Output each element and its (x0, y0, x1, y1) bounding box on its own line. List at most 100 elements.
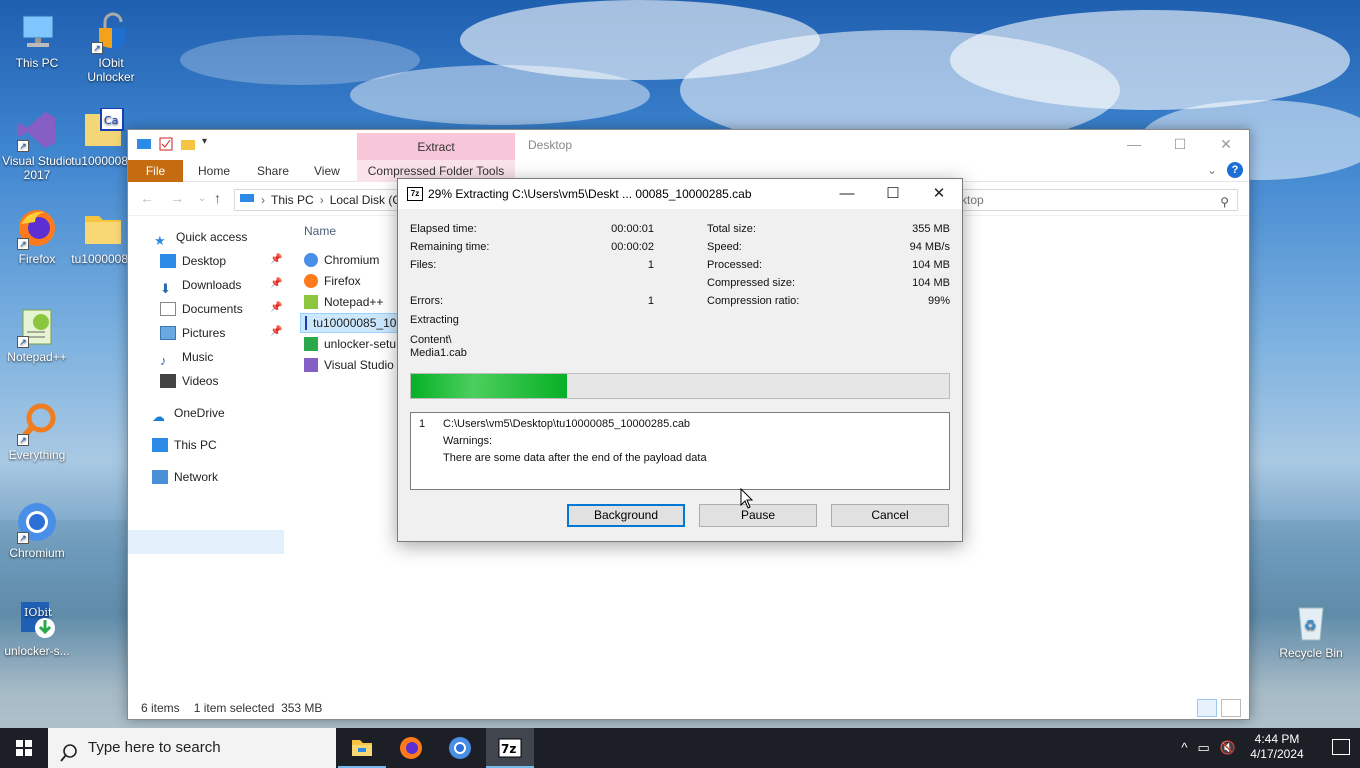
show-hidden-icons-icon[interactable]: ^ (1181, 740, 1187, 756)
explorer-titlebar[interactable]: ▾ Extract Desktop — ☐ ✕ (128, 130, 1249, 161)
desktop-icon-recycle-bin[interactable]: ♻ Recycle Bin (1274, 600, 1348, 660)
breadcrumb-this-pc[interactable]: This PC (271, 193, 314, 207)
remaining-time-value: 00:00:02 (611, 241, 654, 253)
large-icons-view-button[interactable] (1221, 699, 1241, 717)
recycle-bin-icon: ♻ (1289, 600, 1333, 644)
clock[interactable]: 4:44 PM 4/17/2024 (1242, 732, 1312, 762)
file-item-notepadpp[interactable]: Notepad++ (304, 292, 383, 312)
nav-videos[interactable]: Videos (160, 370, 218, 392)
nav-quick-access[interactable]: ★ Quick access (154, 226, 247, 248)
this-pc-icon (15, 10, 59, 54)
taskbar-search-box[interactable]: Type here to search (48, 728, 336, 768)
forward-arrow-icon[interactable]: → (170, 190, 184, 206)
pc-icon (239, 193, 255, 208)
cancel-button[interactable]: Cancel (831, 504, 949, 527)
dialog-titlebar[interactable]: 7z 29% Extracting C:\Users\vm5\Deskt ...… (398, 179, 962, 209)
nav-documents[interactable]: Documents (160, 298, 243, 320)
firefox-icon: ↗ (15, 206, 59, 250)
volume-muted-icon[interactable]: 🔇 (1220, 740, 1236, 756)
nav-onedrive[interactable]: ☁ OneDrive (152, 402, 225, 424)
window-title: Desktop (528, 138, 573, 152)
desktop-icon-this-pc[interactable]: This PC (0, 10, 74, 70)
details-view-button[interactable] (1197, 699, 1217, 717)
background-button[interactable]: Background (567, 504, 685, 527)
new-folder-icon[interactable] (180, 136, 196, 152)
file-item-cab[interactable]: tu10000085_10 (300, 313, 398, 333)
expand-ribbon-icon[interactable]: ⌄ (1207, 163, 1217, 177)
nav-desktop[interactable]: Desktop (160, 250, 226, 272)
customize-toolbar-icon[interactable]: ▾ (202, 136, 218, 152)
notification-center-icon[interactable] (1332, 739, 1350, 755)
status-item-count: 6 items (141, 701, 180, 715)
file-item-chromium[interactable]: Chromium (304, 250, 379, 270)
file-explorer-icon (352, 740, 372, 756)
progress-bar-fill (411, 374, 568, 398)
music-icon: ♪ (160, 353, 167, 368)
help-icon[interactable]: ? (1227, 162, 1243, 178)
pin-icon[interactable]: 📌 (270, 302, 282, 313)
search-icon (60, 738, 78, 768)
messages-list[interactable]: 1 C:\Users\vm5\Desktop\tu10000085_100002… (410, 412, 950, 490)
taskbar-firefox[interactable] (387, 728, 435, 768)
desktop-icon-unlocker-setup[interactable]: IObit unlocker-s... (0, 598, 74, 658)
network-icon[interactable]: ▭ (1198, 740, 1210, 756)
up-arrow-icon[interactable]: ↑ (214, 190, 221, 206)
firefox-icon (400, 737, 422, 759)
dialog-close-button[interactable]: ✕ (916, 179, 962, 209)
nav-pictures[interactable]: Pictures (160, 322, 225, 344)
search-box[interactable]: sktop ⚲ (948, 189, 1238, 211)
extraction-progress-dialog[interactable]: 7z 29% Extracting C:\Users\vm5\Deskt ...… (397, 178, 963, 542)
pin-icon[interactable]: 📌 (270, 326, 282, 337)
back-arrow-icon[interactable]: ← (140, 190, 154, 206)
compressed-size-value: 104 MB (912, 277, 950, 289)
file-item-firefox[interactable]: Firefox (304, 271, 361, 291)
taskbar-file-explorer[interactable] (338, 728, 386, 768)
recent-locations-icon[interactable]: ⌄ (198, 193, 206, 204)
remaining-time-label: Remaining time: (410, 241, 490, 253)
desktop-icon-chromium[interactable]: ↗ Chromium (0, 500, 74, 560)
iobit-installer-icon: IObit (15, 598, 59, 642)
tab-view[interactable]: View (302, 160, 352, 182)
dialog-minimize-button[interactable]: — (824, 179, 870, 209)
tab-home[interactable]: Home (186, 160, 242, 182)
file-item-visual-studio[interactable]: Visual Studio (304, 355, 394, 375)
svg-text:IObit: IObit (24, 606, 53, 619)
svg-text:♻: ♻ (1304, 618, 1317, 634)
nav-this-pc[interactable]: This PC (152, 434, 217, 456)
7zip-icon: 7z (407, 187, 423, 201)
tab-share[interactable]: Share (245, 160, 301, 182)
current-path-line1: Content\ (410, 334, 452, 346)
errors-value: 1 (647, 295, 654, 307)
svg-text:7z: 7z (501, 742, 516, 756)
desktop-icon-firefox[interactable]: ↗ Firefox (0, 206, 74, 266)
extract-contextual-tab[interactable]: Extract (357, 133, 515, 161)
breadcrumb-local-disk[interactable]: Local Disk (C (330, 193, 401, 207)
taskbar-7zip[interactable]: 7z (486, 728, 534, 768)
firefox-icon (304, 274, 318, 288)
pause-button[interactable]: Pause (699, 504, 817, 527)
desktop-icon-notepadpp[interactable]: ↗ Notepad++ (0, 304, 74, 364)
tab-file[interactable]: File (128, 160, 183, 182)
close-button[interactable]: ✕ (1203, 130, 1249, 158)
nav-downloads[interactable]: ⬇ Downloads (160, 274, 241, 296)
minimize-button[interactable]: — (1111, 130, 1157, 158)
properties-icon[interactable] (158, 136, 174, 152)
desktop-icon-visual-studio[interactable]: ↗ Visual Studio 2017 (0, 108, 74, 182)
files-value: 1 (647, 259, 654, 271)
start-button[interactable] (0, 728, 48, 768)
taskbar: Type here to search 7z ^ ▭ 🔇 4:44 PM 4/1… (0, 728, 1360, 768)
maximize-button[interactable]: ☐ (1157, 130, 1203, 158)
taskbar-chromium[interactable] (436, 728, 484, 768)
column-header-name[interactable]: Name (304, 224, 336, 238)
nav-selection-highlight (128, 530, 284, 554)
desktop-icon-everything[interactable]: ↗ Everything (0, 402, 74, 462)
7zip-icon: 7z (498, 738, 522, 758)
nav-network[interactable]: Network (152, 466, 218, 488)
dialog-maximize-button[interactable]: ☐ (870, 179, 916, 209)
pin-icon[interactable]: 📌 (270, 278, 282, 289)
nav-music[interactable]: ♪ Music (160, 346, 213, 368)
clock-date: 4/17/2024 (1250, 747, 1304, 761)
pin-icon[interactable]: 📌 (270, 254, 282, 265)
file-item-unlocker-setup[interactable]: unlocker-setu (304, 334, 396, 354)
desktop-icon-iobit-unlocker[interactable]: ↗ IObit Unlocker (74, 10, 148, 84)
